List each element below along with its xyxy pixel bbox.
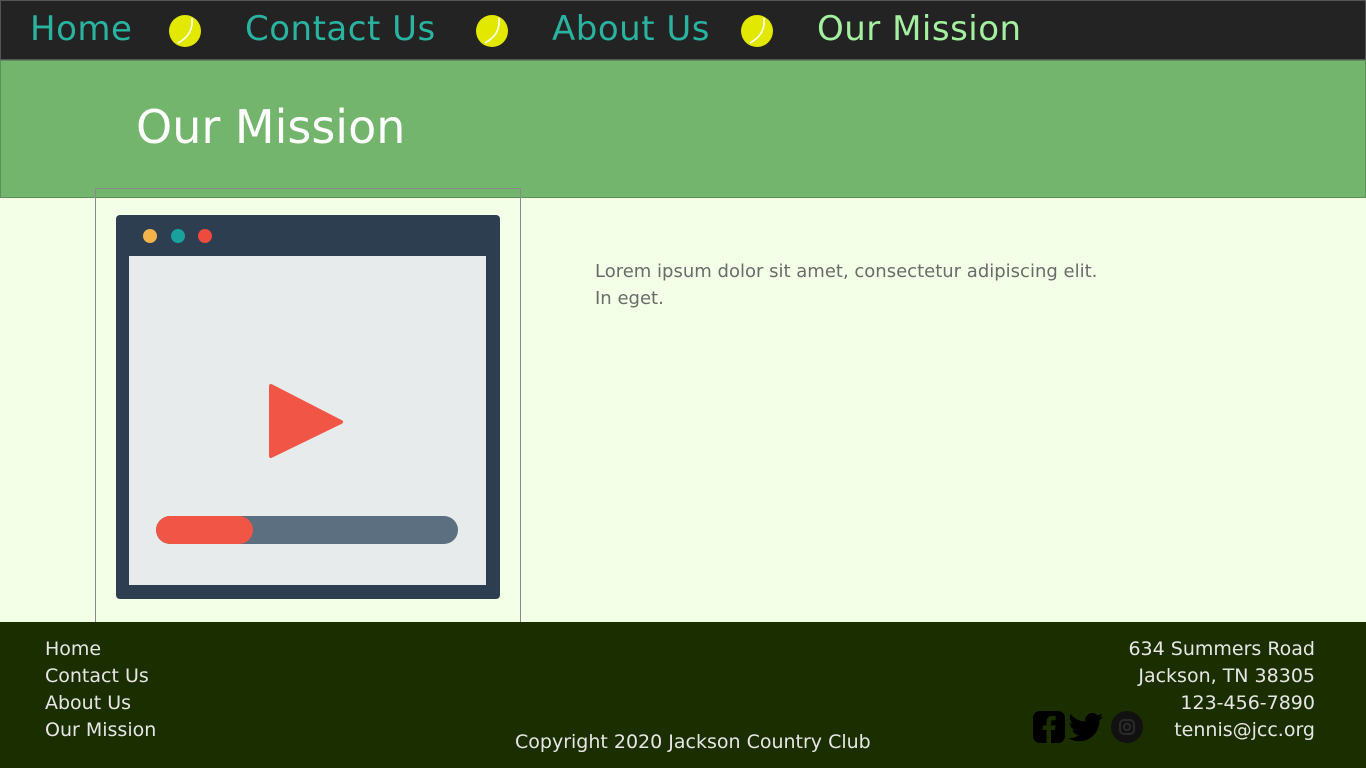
tennis-ball-icon <box>169 15 201 47</box>
nav-link-about[interactable]: About Us <box>552 7 710 51</box>
nav-link-mission[interactable]: Our Mission <box>817 7 1022 51</box>
nav-link-contact[interactable]: Contact Us <box>245 7 436 51</box>
play-icon[interactable] <box>267 380 347 460</box>
top-nav: Home Contact Us About Us Our Mission <box>0 0 1366 60</box>
footer-link-about[interactable]: About Us <box>45 690 156 717</box>
footer-nav: Home Contact Us About Us Our Mission <box>45 636 156 744</box>
footer-link-home[interactable]: Home <box>45 636 156 663</box>
email-address[interactable]: tennis@jcc.org <box>1128 717 1315 744</box>
address-line-2: Jackson, TN 38305 <box>1138 665 1315 687</box>
copyright-text: Copyright 2020 Jackson Country Club <box>515 731 871 753</box>
footer-link-contact[interactable]: Contact Us <box>45 663 156 690</box>
nav-link-home[interactable]: Home <box>30 7 132 51</box>
video-progress-fill <box>156 516 253 544</box>
mission-text: Lorem ipsum dolor sit amet, consectetur … <box>595 261 1098 309</box>
page-title: Our Mission <box>136 100 406 154</box>
tennis-ball-icon <box>476 15 508 47</box>
phone-number: 123-456-7890 <box>1180 692 1315 714</box>
address-line-1: 634 Summers Road <box>1128 638 1315 660</box>
video-player-illustration <box>116 215 500 599</box>
window-dot-icon <box>143 229 157 243</box>
contact-info: 634 Summers Road Jackson, TN 38305 123-4… <box>1128 636 1315 744</box>
video-screen <box>129 256 486 585</box>
tennis-ball-icon <box>741 15 773 47</box>
footer-link-mission[interactable]: Our Mission <box>45 717 156 744</box>
video-progress-bar[interactable] <box>156 516 458 544</box>
video-illustration-frame <box>95 188 521 627</box>
facebook-icon[interactable] <box>1032 710 1066 744</box>
window-dot-icon <box>198 229 212 243</box>
window-dot-icon <box>171 229 185 243</box>
footer: Home Contact Us About Us Our Mission Cop… <box>0 622 1366 768</box>
page-banner: Our Mission <box>0 60 1366 198</box>
twitter-icon[interactable] <box>1068 712 1104 744</box>
